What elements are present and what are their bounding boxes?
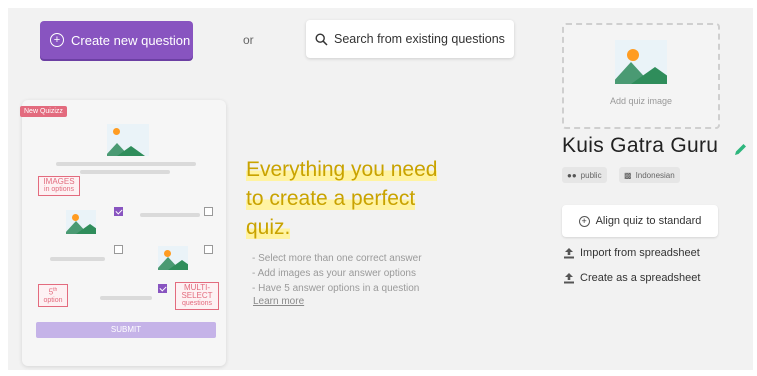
language-icon: ▩ <box>624 170 632 180</box>
search-existing-questions-button[interactable]: Search from existing questions <box>306 20 514 58</box>
add-circle-icon: + <box>578 215 590 227</box>
images-in-options-callout: IMAGES in options <box>38 176 80 196</box>
option-checkbox <box>204 207 213 216</box>
users-icon: ●● <box>567 170 577 180</box>
option-text-placeholder <box>50 257 105 261</box>
language-chip[interactable]: ▩ Indonesian <box>619 167 680 183</box>
image-placeholder-icon <box>615 40 667 84</box>
option-checkbox-checked <box>114 207 123 216</box>
add-quiz-image-dropzone[interactable]: Add quiz image <box>562 23 720 129</box>
upload-icon <box>564 272 574 283</box>
option-image <box>66 210 96 234</box>
sample-question-image <box>107 124 149 156</box>
or-separator: or <box>243 33 254 47</box>
feature-item: - Select more than one correct answer <box>252 253 422 264</box>
search-icon <box>315 32 328 46</box>
new-quizizz-badge: New Quizizz <box>20 106 67 117</box>
headline-line-2: to create a perfect <box>246 187 416 210</box>
feature-item: - Have 5 answer options in a question <box>252 283 420 294</box>
feature-item: - Add images as your answer options <box>252 268 416 279</box>
fifth-option-callout: 5th option <box>38 284 68 308</box>
headline-line-1: Everything you need <box>246 158 438 181</box>
align-quiz-to-standard-button[interactable]: + Align quiz to standard <box>562 205 718 237</box>
submit-button-illustration: SUBMIT <box>36 322 216 338</box>
upload-icon <box>564 247 574 258</box>
add-quiz-image-label: Add quiz image <box>609 96 673 106</box>
feature-list: - Select more than one correct answer - … <box>252 251 422 296</box>
headline-line-3: quiz. <box>246 216 291 239</box>
quiz-title: Kuis Gatra Guru <box>562 134 719 157</box>
question-text-placeholder <box>80 170 170 174</box>
option-text-placeholder <box>100 296 152 300</box>
option-checkbox <box>114 245 123 254</box>
option-text-placeholder <box>140 213 200 217</box>
create-new-question-button[interactable]: + Create new question <box>40 21 193 59</box>
option-checkbox-checked <box>158 284 167 293</box>
question-text-placeholder <box>56 162 196 166</box>
create-new-question-label: Create new question <box>71 32 191 48</box>
option-checkbox <box>204 245 213 254</box>
multi-select-callout: MULTI-SELECT questions <box>175 282 219 310</box>
option-image <box>158 246 188 270</box>
feature-headline: Everything you need to create a perfect … <box>246 155 476 242</box>
learn-more-link[interactable]: Learn more <box>253 296 304 307</box>
search-existing-questions-label: Search from existing questions <box>334 32 505 46</box>
visibility-chip[interactable]: ●● public <box>562 167 607 183</box>
add-circle-icon: + <box>50 33 64 47</box>
import-from-spreadsheet-link[interactable]: Import from spreadsheet <box>564 247 700 259</box>
edit-pencil-icon[interactable] <box>733 142 748 157</box>
create-as-spreadsheet-link[interactable]: Create as a spreadsheet <box>564 272 700 284</box>
